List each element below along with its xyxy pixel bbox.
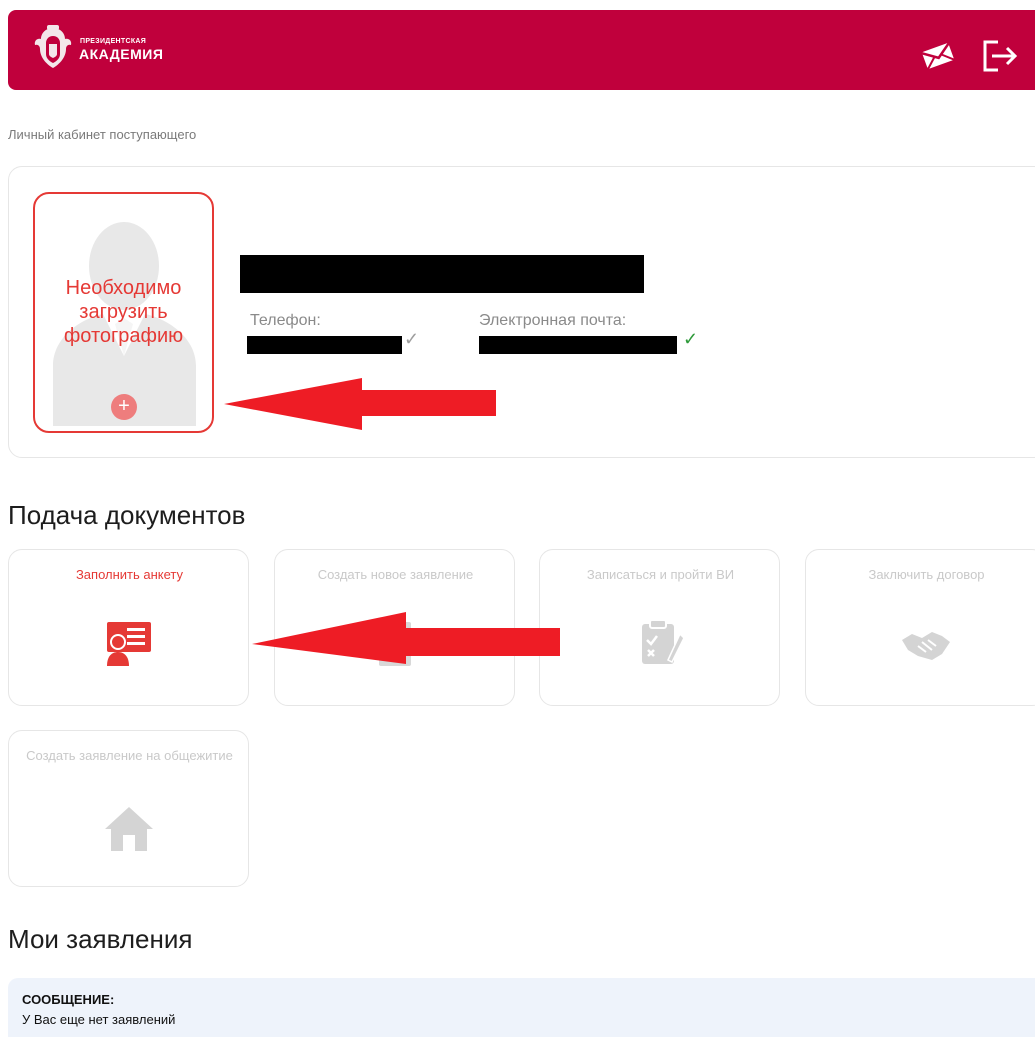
- profile-card: Необходимо загрузить фотографию + Телефо…: [8, 166, 1035, 458]
- form-person-icon: [107, 622, 151, 666]
- academy-logo[interactable]: ПРЕЗИДЕНТСКАЯ АКАДЕМИЯ: [32, 24, 182, 74]
- redacted-full-name: [240, 255, 644, 293]
- handshake-icon: [902, 632, 950, 660]
- documents-section-title: Подача документов: [8, 500, 246, 530]
- envelope-icon[interactable]: [918, 36, 958, 76]
- logo-subtitle: ПРЕЗИДЕНТСКАЯ: [80, 38, 147, 45]
- breadcrumb: Личный кабинет поступающего: [8, 127, 197, 142]
- tile-label: Заключить договор: [868, 567, 985, 582]
- tile-label: Заполнить анкету: [75, 567, 184, 582]
- email-verified-check-icon: ✓: [683, 329, 699, 349]
- checklist-icon: [642, 619, 685, 664]
- tile-sign-contract[interactable]: Заключить договор: [805, 549, 1035, 706]
- emblem-icon: [34, 25, 72, 68]
- logout-icon[interactable]: [978, 36, 1018, 76]
- applications-section-title: Мои заявления: [8, 924, 193, 954]
- message-text: У Вас еще нет заявлений: [22, 1012, 176, 1027]
- tile-register-exams[interactable]: Записаться и пройти ВИ: [539, 549, 780, 706]
- tile-dormitory-application[interactable]: Создать заявление на общежитие: [8, 730, 249, 887]
- tile-fill-questionnaire[interactable]: Заполнить анкету: [8, 549, 249, 706]
- email-label: Электронная почта:: [479, 312, 627, 329]
- tile-label: Записаться и пройти ВИ: [586, 567, 735, 582]
- annotation-arrow-questionnaire: [252, 612, 560, 664]
- tile-label: Создать новое заявление: [317, 567, 474, 582]
- add-photo-button[interactable]: +: [111, 394, 137, 420]
- redacted-phone-value: [247, 336, 402, 354]
- redacted-email-value: [479, 336, 677, 354]
- photo-required-message: Необходимо загрузить фотографию: [63, 277, 184, 347]
- phone-check-icon: ✓: [404, 329, 420, 349]
- house-icon: [105, 807, 153, 851]
- applications-message-box: СООБЩЕНИЕ: У Вас еще нет заявлений: [8, 978, 1035, 1037]
- annotation-arrow-photo: [224, 378, 496, 430]
- message-title: СООБЩЕНИЕ:: [22, 992, 115, 1007]
- phone-label: Телефон:: [250, 312, 321, 329]
- tile-label: Создать заявление на общежитие: [26, 748, 233, 763]
- logo-title: АКАДЕМИЯ: [79, 46, 164, 62]
- photo-upload-area[interactable]: Необходимо загрузить фотографию +: [33, 192, 214, 433]
- top-header: ПРЕЗИДЕНТСКАЯ АКАДЕМИЯ: [8, 10, 1035, 90]
